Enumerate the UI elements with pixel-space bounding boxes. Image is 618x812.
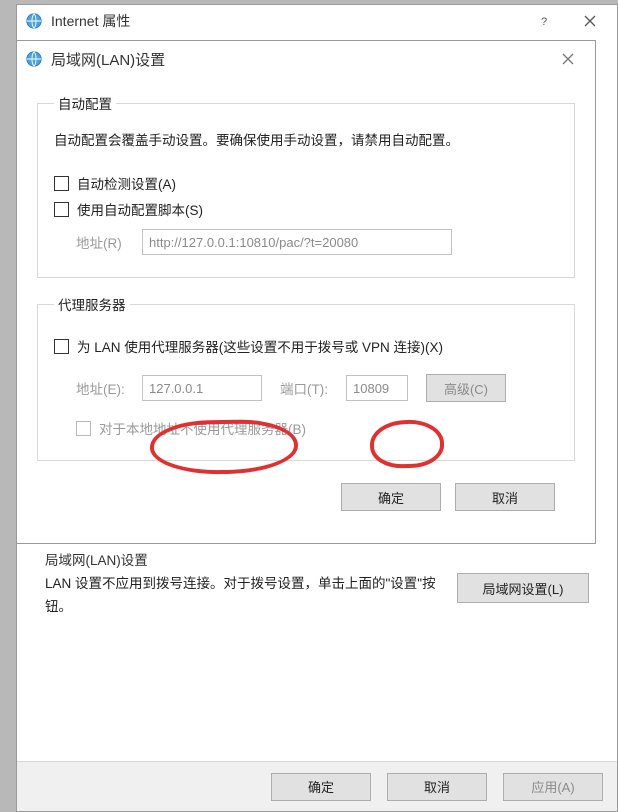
parent-title: Internet 属性 xyxy=(47,11,521,31)
parent-help-button[interactable]: ? xyxy=(521,6,567,36)
proxy-address-input xyxy=(142,375,262,401)
proxy-use-label: 为 LAN 使用代理服务器(这些设置不用于拨号或 VPN 连接)(X) xyxy=(77,336,443,356)
internet-icon xyxy=(25,12,43,30)
proxy-port-input xyxy=(346,375,408,401)
proxy-advanced-button[interactable]: 高级(C) xyxy=(426,374,506,402)
auto-config-legend: 自动配置 xyxy=(54,93,116,113)
svg-text:?: ? xyxy=(541,16,547,27)
parent-apply-button[interactable]: 应用(A) xyxy=(503,773,603,801)
proxy-bypass-checkbox xyxy=(76,421,91,436)
parent-titlebar[interactable]: Internet 属性 ? xyxy=(17,5,617,37)
proxy-address-row: 地址(E): 端口(T): 高级(C) xyxy=(54,374,558,402)
parent-lan-header: 局域网(LAN)设置 xyxy=(45,549,589,569)
parent-button-bar: 确定 取消 应用(A) xyxy=(17,761,617,811)
proxy-use-checkbox[interactable] xyxy=(54,339,69,354)
lan-icon xyxy=(25,50,43,68)
child-ok-button[interactable]: 确定 xyxy=(341,483,441,511)
auto-detect-label: 自动检测设置(A) xyxy=(77,173,176,193)
proxy-port-label: 端口(T): xyxy=(280,378,338,398)
auto-script-address-input xyxy=(142,229,452,255)
lan-settings-button[interactable]: 局域网设置(L) xyxy=(457,573,589,603)
parent-lan-desc: LAN 设置不应用到拨号连接。对于拨号设置，单击上面的"设置"按钮。 xyxy=(45,573,437,619)
parent-lan-section: 局域网(LAN)设置 LAN 设置不应用到拨号连接。对于拨号设置，单击上面的"设… xyxy=(17,549,617,619)
child-title: 局域网(LAN)设置 xyxy=(47,49,545,70)
child-cancel-button[interactable]: 取消 xyxy=(455,483,555,511)
child-titlebar[interactable]: 局域网(LAN)设置 xyxy=(17,41,595,77)
auto-script-checkbox[interactable] xyxy=(54,202,69,217)
proxy-legend: 代理服务器 xyxy=(54,294,130,314)
proxy-use-row[interactable]: 为 LAN 使用代理服务器(这些设置不用于拨号或 VPN 连接)(X) xyxy=(54,336,558,356)
auto-detect-row[interactable]: 自动检测设置(A) xyxy=(54,173,558,193)
parent-cancel-button[interactable]: 取消 xyxy=(387,773,487,801)
auto-config-desc: 自动配置会覆盖手动设置。要确保使用手动设置，请禁用自动配置。 xyxy=(54,131,558,151)
proxy-bypass-label: 对于本地地址不使用代理服务器(B) xyxy=(99,418,306,438)
parent-ok-button[interactable]: 确定 xyxy=(271,773,371,801)
proxy-address-label: 地址(E): xyxy=(76,378,134,398)
child-button-bar: 确定 取消 xyxy=(37,477,575,511)
auto-script-label: 使用自动配置脚本(S) xyxy=(77,199,203,219)
child-close-button[interactable] xyxy=(545,44,591,74)
auto-script-address-label: 地址(R) xyxy=(76,232,142,252)
auto-config-group: 自动配置 自动配置会覆盖手动设置。要确保使用手动设置，请禁用自动配置。 自动检测… xyxy=(37,93,575,278)
auto-detect-checkbox[interactable] xyxy=(54,176,69,191)
parent-close-button[interactable] xyxy=(567,6,613,36)
auto-script-address-row: 地址(R) xyxy=(54,229,558,255)
lan-settings-dialog: 局域网(LAN)设置 自动配置 自动配置会覆盖手动设置。要确保使用手动设置，请禁… xyxy=(16,40,596,544)
proxy-bypass-row: 对于本地地址不使用代理服务器(B) xyxy=(54,418,558,438)
auto-script-row[interactable]: 使用自动配置脚本(S) xyxy=(54,199,558,219)
proxy-group: 代理服务器 为 LAN 使用代理服务器(这些设置不用于拨号或 VPN 连接)(X… xyxy=(37,294,575,461)
